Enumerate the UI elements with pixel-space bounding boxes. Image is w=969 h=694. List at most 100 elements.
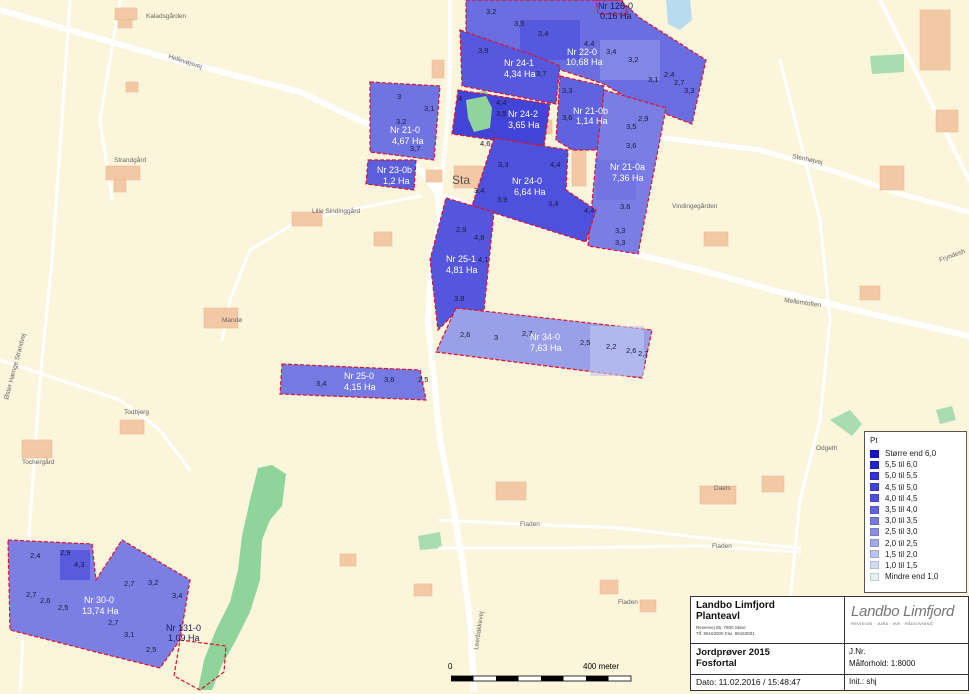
sample-value: 2,2 [606,342,616,351]
sample-value: 3,5 [496,109,506,118]
sample-value: 3,1 [124,630,134,639]
sample-value: 2,6 [40,596,50,605]
sample-value: 3,5 [514,19,524,28]
sample-value: 3,8 [454,294,464,303]
field-label-area: 4,81 Ha [446,265,478,275]
legend-swatch [870,572,879,581]
field-label-name: Nr 126-0 [598,1,633,11]
sample-value: 4,1 [478,255,488,264]
field-label-name: Nr 21-0a [610,162,645,172]
legend-swatch [870,539,879,548]
place-label: Tochergård [22,458,55,466]
place-label: Mandø [222,317,242,324]
field-map[interactable]: Nr 126-0 0,16 Ha Nr 22-0 10,68 Ha Nr 24-… [0,0,969,691]
legend-item: 5,5 til 6,0 [870,459,961,470]
legend-label: 1,0 til 1,5 [885,560,918,570]
field-label-area: 1,2 Ha [383,176,410,186]
journal-number: J.Nr. [849,647,866,656]
legend-label: 4,5 til 5,0 [885,482,918,492]
field-label-area: 4,15 Ha [344,382,376,392]
field-label-area: 6,64 Ha [514,187,546,197]
sample-value: 2,4 [664,70,674,79]
sample-value: 3,3 [498,160,508,169]
sample-value: 4,4 [496,98,506,107]
scale-end-label: 400 meter [583,662,620,671]
sample-value: 2,7 [108,618,118,627]
initials: Init.: shj [849,677,877,686]
legend-item: 4,5 til 5,0 [870,482,961,493]
legend-swatch [870,561,879,570]
logo-text: Landbo Limfjord [851,603,955,620]
address-line2: Tlf. 96163000 Fax. 96163001 [696,630,755,636]
sample-value: 4,8 [474,233,484,242]
legend-item: Mindre end 1,0 [870,571,961,582]
field-label-name: Nr 21-0 [390,125,420,135]
field-label-area: 10,68 Ha [566,57,603,67]
legend-title: Pt [870,436,878,445]
sample-value: 3,6 [562,113,572,122]
sample-value: 3,3 [562,86,572,95]
road-label: Fladen [520,521,540,528]
sample-value: 2,6 [460,330,470,339]
legend-label: 3,0 til 3,5 [885,516,918,526]
sample-value: 3,2 [628,55,638,64]
legend-swatch [870,494,879,503]
sample-value: 2,9 [456,225,466,234]
sample-value: 4,4 [584,206,594,215]
field-label-area: 4,34 Ha [504,69,536,79]
place-label: Todbjerg [124,409,149,416]
sample-value: 4,3 [74,560,84,569]
field-label-area: 7,63 Ha [530,343,562,353]
town-label: Sta [452,173,470,187]
legend-label: 5,0 til 5,5 [885,471,918,481]
project-title: Jordprøver 2015 Fosfortal [696,647,770,669]
legend-swatch [870,505,879,514]
scale-bar: 0 400 meter [448,662,641,690]
legend-swatch [870,516,879,525]
sample-value: 3,1 [424,104,434,113]
legend-item: 2,0 til 2,5 [870,538,961,549]
sample-value: 3,1 [648,75,658,84]
legend: Pt Større end 6,0 5,5 til 6,0 5,0 til 5,5 4… [864,431,967,593]
sample-value: 2,7 [522,329,532,338]
field-label-name: Nr 24-0 [512,176,542,186]
sample-value: 3,5 [626,122,636,131]
legend-swatch [870,550,879,559]
sample-value: 2,7 [26,590,36,599]
legend-swatch [870,449,879,458]
sample-value: 2,5 [146,645,156,654]
field-label-name: Nr 30-0 [84,595,114,605]
sample-value: 2,5 [418,375,428,384]
field-label-area: 7,36 Ha [612,173,644,183]
legend-item: 4,0 til 4,5 [870,493,961,504]
field-label-name: Nr 24-2 [508,109,538,119]
legend-item: 3,0 til 3,5 [870,515,961,526]
field-label-name: Nr 24-1 [504,58,534,68]
field-label-area: 1,14 Ha [576,116,608,126]
place-label: Daels [714,485,731,492]
sample-value: 3,3 [615,238,625,247]
map-scale: Målforhold: 1:8000 [849,659,916,668]
legend-label: Større end 6,0 [885,449,937,459]
divider [691,674,969,675]
field-label-name: Nr 23-0b [377,165,412,175]
field-label-area: 13,74 Ha [82,606,119,616]
sample-value: 3 [397,92,401,101]
sample-value: 3,9 [497,195,507,204]
legend-item: Større end 6,0 [870,448,961,459]
place-label: Lille Sindinggård [312,207,360,215]
field-label-area: 0,16 Ha [600,11,632,21]
sample-value: 3,6 [384,375,394,384]
sample-value: 2,7 [124,579,134,588]
project-line2: Fosfortal [696,658,737,669]
sample-value: 4,6 [480,139,490,148]
legend-item: 5,0 til 5,5 [870,470,961,481]
title-block: Landbo Limfjord Planteavl Resenvej 85, 7… [690,596,969,691]
field-label-name: Nr 21-0b [573,106,608,116]
sample-value: 2,5 [580,338,590,347]
sample-value: 3,4 [316,379,326,388]
sample-value: 3,4 [538,29,548,38]
project-line1: Jordprøver 2015 [696,647,770,658]
legend-label: Mindre end 1,0 [885,572,939,582]
place-label: Kaladsgården [146,12,186,20]
